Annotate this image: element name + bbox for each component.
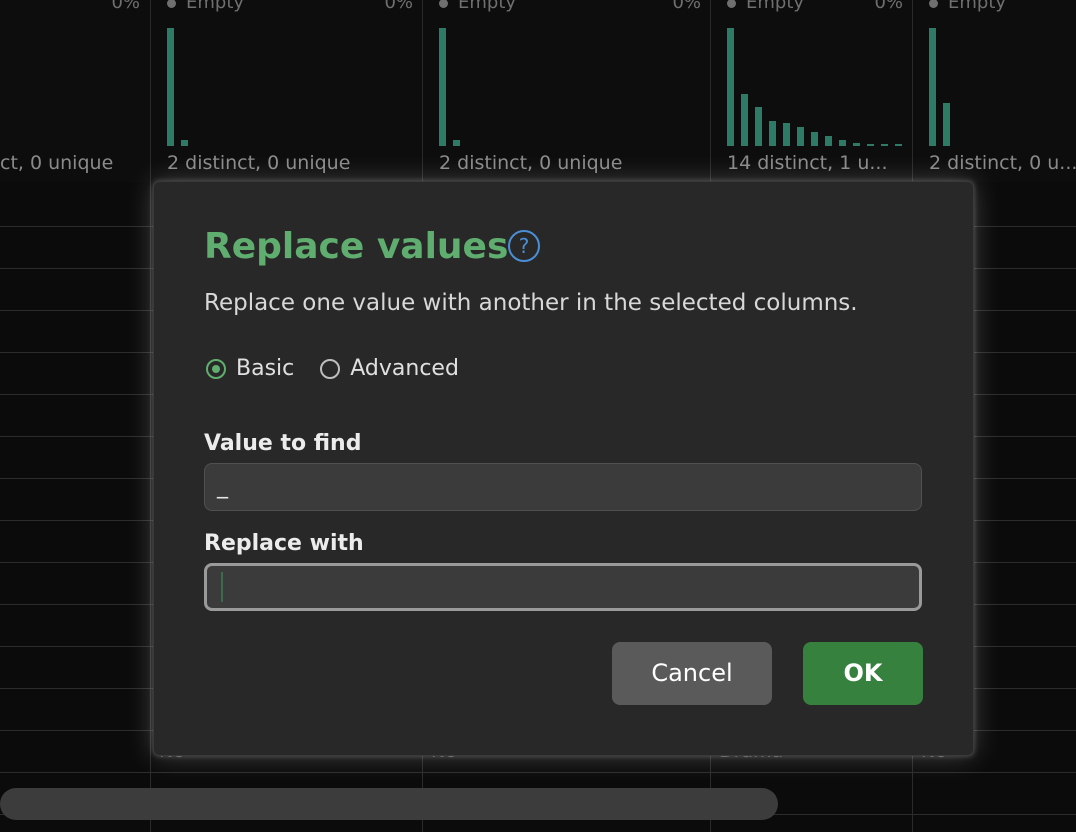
help-icon[interactable]: ? (508, 230, 540, 262)
column-empty-label: Empty (948, 0, 1007, 13)
value-to-find-label: Value to find (204, 431, 362, 456)
radio-unchecked-icon[interactable] (320, 358, 341, 379)
text-caret (221, 572, 223, 602)
column-profile: 0% ct, 0 unique (0, 0, 150, 182)
histogram-bar (167, 28, 174, 146)
radio-advanced[interactable]: Advanced (320, 356, 459, 381)
column-distinct-summary: 2 distinct, 0 unique (167, 152, 351, 174)
column-quality-header: 0% (0, 0, 140, 14)
column-distinct-summary: 2 distinct, 0 u... (929, 152, 1076, 174)
histogram-bar (769, 121, 776, 146)
row-divider (0, 772, 1076, 773)
value-to-find-input[interactable]: _ (204, 463, 922, 511)
column-profile: Empty 0% 2 distinct, 0 unique (151, 0, 423, 182)
column-profile: Empty 0% 14 distinct, 1 u... (711, 0, 913, 182)
empty-dot-icon (439, 0, 448, 8)
dialog-title: Replace values (204, 226, 509, 267)
column-distinct-summary: 14 distinct, 1 u... (727, 152, 888, 174)
histogram-bar (783, 123, 790, 146)
histogram-bar (453, 140, 460, 146)
histogram-bar (881, 144, 888, 146)
empty-dot-icon (727, 0, 736, 8)
histogram-bar (741, 94, 748, 146)
column-quality-header: Empty 0% (439, 0, 701, 14)
column-empty-percent: 0% (874, 0, 903, 13)
column-empty-label: Empty (458, 0, 517, 13)
histogram-bar (895, 144, 902, 146)
histogram-bar (181, 140, 188, 146)
histogram-bar (853, 143, 860, 146)
histogram-bar (439, 28, 446, 146)
value-to-find-text: _ (217, 474, 228, 499)
histogram-bar (811, 132, 818, 146)
replace-with-label: Replace with (204, 531, 364, 556)
horizontal-scrollbar-thumb[interactable] (0, 788, 778, 820)
column-empty-label: Empty (186, 0, 245, 13)
column-profile: Empty 0% 2 distinct, 0 unique (423, 0, 711, 182)
column-empty-percent: 0% (672, 0, 701, 13)
cancel-button[interactable]: Cancel (612, 642, 772, 705)
histogram-bar (943, 103, 950, 146)
histogram-bar (839, 140, 846, 146)
column-empty-label: Empty (746, 0, 805, 13)
column-distinct-summary: ct, 0 unique (0, 152, 114, 174)
radio-basic-label[interactable]: Basic (236, 356, 294, 381)
empty-dot-icon (929, 0, 938, 8)
dialog-description: Replace one value with another in the se… (204, 290, 858, 316)
column-empty-percent: 0% (384, 0, 413, 13)
histogram-bar (727, 28, 734, 146)
radio-checked-icon[interactable] (206, 358, 226, 379)
column-distinct-summary: 2 distinct, 0 unique (439, 152, 623, 174)
histogram-bar (867, 144, 874, 146)
column-quality-header: Empty 0% (727, 0, 903, 14)
radio-advanced-label[interactable]: Advanced (350, 356, 459, 381)
replace-with-input[interactable] (204, 563, 922, 611)
histogram-bar (797, 127, 804, 146)
column-profile: Empty 0 2 distinct, 0 u... (913, 0, 1076, 182)
column-profile-strip: 0% ct, 0 unique Empty 0% 2 distinct, 0 u… (0, 0, 1076, 182)
replace-values-dialog: Replace values ? Replace one value with … (153, 181, 974, 756)
column-quality-header: Empty 0 (929, 0, 1076, 14)
histogram-bar (929, 28, 936, 146)
column-divider (150, 0, 151, 832)
column-quality-header: Empty 0% (167, 0, 413, 14)
histogram-bar (825, 136, 832, 146)
radio-basic[interactable]: Basic (206, 356, 294, 381)
mode-radio-group: Basic Advanced (206, 356, 485, 381)
ok-button[interactable]: OK (803, 642, 923, 705)
empty-dot-icon (167, 0, 176, 8)
column-empty-percent: 0% (111, 0, 140, 13)
histogram-bar (755, 107, 762, 146)
